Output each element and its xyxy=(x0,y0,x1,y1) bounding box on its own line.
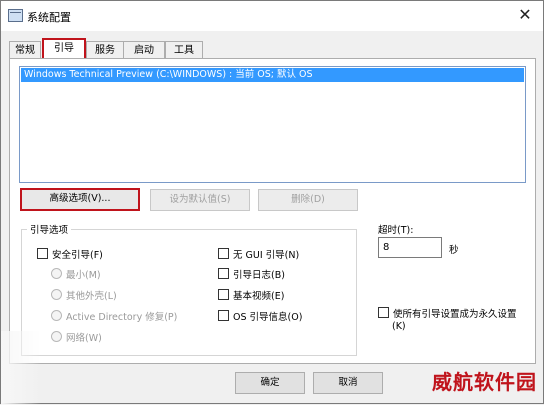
no-gui-checkbox[interactable]: 无 GUI 引导(N) xyxy=(218,247,299,261)
radio-icon xyxy=(51,268,62,279)
checkbox-icon xyxy=(218,310,229,321)
tab-general[interactable]: 常规 xyxy=(9,41,41,59)
window-title: 系统配置 xyxy=(27,11,71,24)
checkbox-icon xyxy=(218,268,229,279)
checkbox-icon xyxy=(218,248,229,259)
list-item[interactable]: Windows Technical Preview (C:\WINDOWS) :… xyxy=(21,68,524,82)
make-permanent-checkbox[interactable]: 使所有引导设置成为永久设置 xyxy=(378,306,517,320)
safe-boot-checkbox[interactable]: 安全引导(F) xyxy=(37,247,103,261)
app-icon xyxy=(8,9,23,22)
ad-repair-label: Active Directory 修复(P) xyxy=(66,312,178,323)
timeout-unit: 秒 xyxy=(449,245,459,256)
timeout-input[interactable]: 8 xyxy=(378,237,442,258)
checkbox-icon xyxy=(378,307,389,318)
ok-button[interactable]: 确定 xyxy=(235,372,305,394)
delete-button[interactable]: 删除(D) xyxy=(258,189,358,211)
boot-entries-list[interactable]: Windows Technical Preview (C:\WINDOWS) :… xyxy=(19,66,526,183)
minimal-label: 最小(M) xyxy=(66,270,101,281)
radio-icon xyxy=(51,289,62,300)
boot-log-checkbox[interactable]: 引导日志(B) xyxy=(218,267,285,281)
tab-tools[interactable]: 工具 xyxy=(165,41,203,59)
make-permanent-shortcut: (K) xyxy=(392,321,406,332)
checkbox-icon xyxy=(37,248,48,259)
boot-log-label: 引导日志(B) xyxy=(233,270,285,281)
safe-boot-label: 安全引导(F) xyxy=(52,250,103,261)
close-button[interactable]: ✕ xyxy=(513,4,537,26)
edge-fade xyxy=(1,331,41,405)
cancel-button[interactable]: 取消 xyxy=(313,372,383,394)
base-video-label: 基本视频(E) xyxy=(233,291,285,302)
network-radio[interactable]: 网络(W) xyxy=(51,330,102,344)
boot-options-title: 引导选项 xyxy=(27,222,72,236)
tab-boot[interactable]: 引导 xyxy=(42,38,86,60)
radio-icon xyxy=(51,310,62,321)
set-default-button[interactable]: 设为默认值(S) xyxy=(150,189,250,211)
alternate-shell-label: 其他外壳(L) xyxy=(66,291,117,302)
base-video-checkbox[interactable]: 基本视频(E) xyxy=(218,288,284,302)
network-label: 网络(W) xyxy=(66,333,102,344)
timeout-label: 超时(T): xyxy=(378,225,414,236)
tab-services[interactable]: 服务 xyxy=(86,41,124,59)
advanced-options-button[interactable]: 高级选项(V)... xyxy=(20,188,140,211)
system-config-window: 系统配置 ✕ 常规 引导 服务 启动 工具 Windows Technical … xyxy=(0,0,544,405)
tab-startup[interactable]: 启动 xyxy=(123,41,165,59)
make-permanent-label: 使所有引导设置成为永久设置 xyxy=(393,309,517,320)
title-bar: 系统配置 ✕ xyxy=(1,1,543,31)
radio-icon xyxy=(51,331,62,342)
alternate-shell-radio[interactable]: 其他外壳(L) xyxy=(51,288,117,302)
no-gui-label: 无 GUI 引导(N) xyxy=(233,250,300,261)
os-info-checkbox[interactable]: OS 引导信息(O) xyxy=(218,309,302,323)
minimal-radio[interactable]: 最小(M) xyxy=(51,267,101,281)
checkbox-icon xyxy=(218,289,229,300)
ad-repair-radio[interactable]: Active Directory 修复(P) xyxy=(51,309,177,323)
os-info-label: OS 引导信息(O) xyxy=(233,312,303,323)
watermark-logo: 威航软件园 xyxy=(432,370,537,394)
